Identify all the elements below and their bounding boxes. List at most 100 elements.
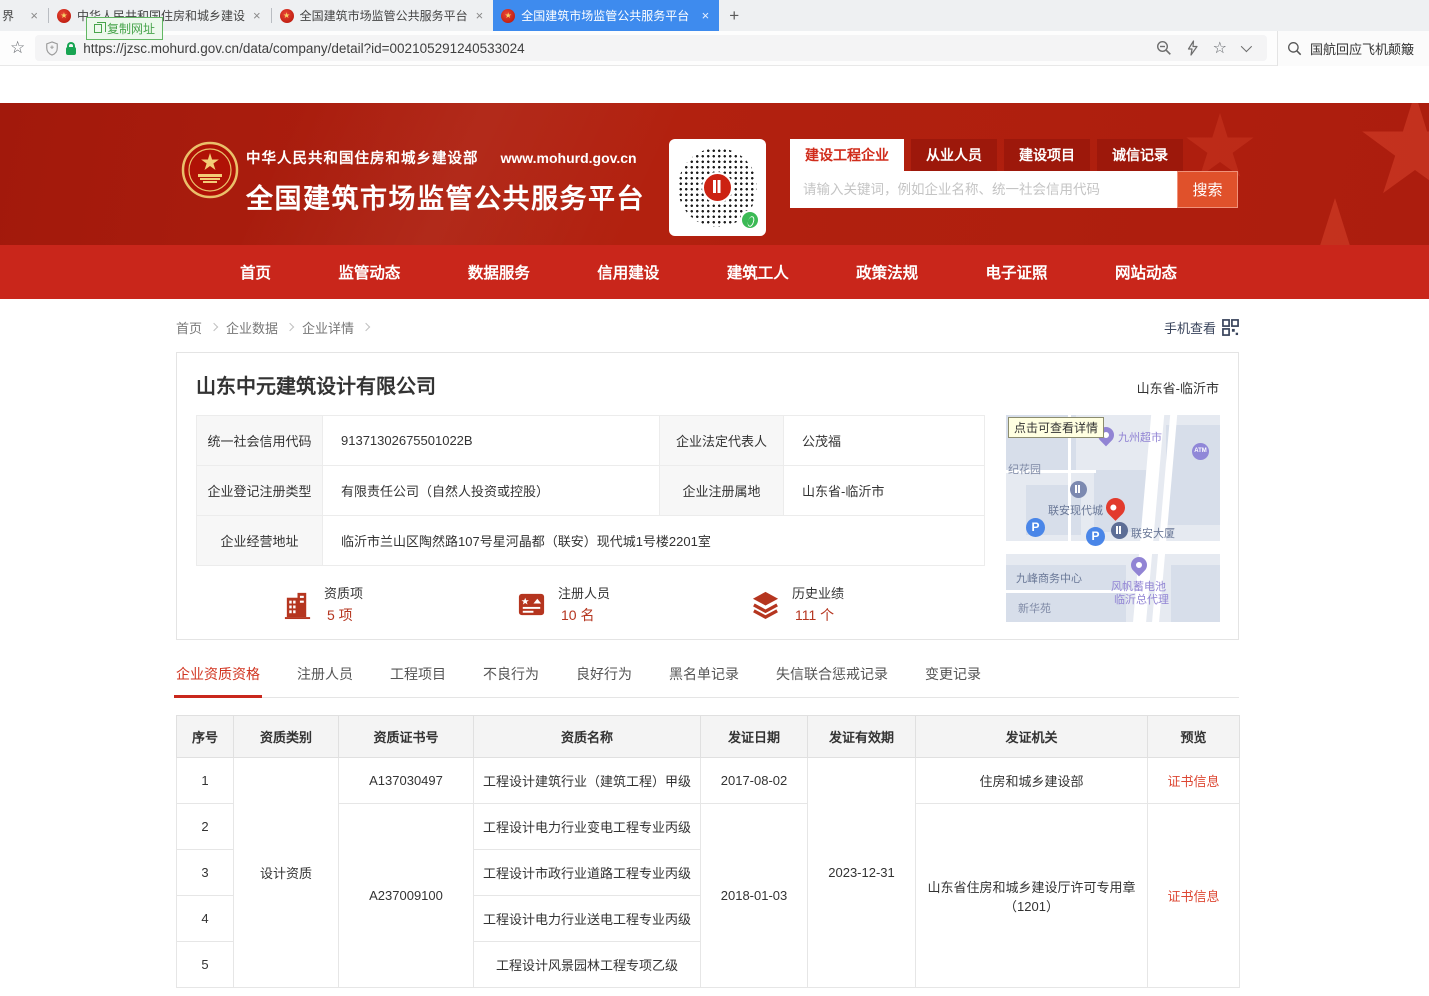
certificate-info-link[interactable]: 证书信息 bbox=[1167, 889, 1219, 904]
cert-no: A137030497 bbox=[339, 758, 474, 804]
stat-qualifications[interactable]: 资质项 5 项 bbox=[282, 583, 516, 625]
nav-data-service[interactable]: 数据服务 bbox=[468, 261, 530, 283]
col-category: 资质类别 bbox=[234, 716, 339, 758]
search-tab-project[interactable]: 建设项目 bbox=[1004, 139, 1090, 171]
stat-label: 注册人员 bbox=[558, 583, 610, 602]
breadcrumb-separator bbox=[286, 323, 294, 331]
map-label-supermarket: 九州超市 bbox=[1118, 429, 1162, 445]
row-no: 1 bbox=[177, 758, 234, 804]
nav-credit[interactable]: 信用建设 bbox=[597, 261, 659, 283]
ministry-name: 中华人民共和国住房和城乡建设部 bbox=[246, 147, 479, 168]
nav-site-news[interactable]: 网站动态 bbox=[1115, 261, 1177, 283]
info-row: 企业经营地址 临沂市兰山区陶然路107号星河晶都（联安）现代城1号楼2201室 bbox=[197, 516, 985, 566]
address-bar[interactable]: https://jzsc.mohurd.gov.cn/data/company/… bbox=[35, 35, 1267, 61]
breadcrumb: 首页 企业数据 企业详情 手机查看 bbox=[176, 315, 1239, 339]
tab-good-behavior[interactable]: 良好行为 bbox=[576, 664, 632, 684]
search-tab-credit[interactable]: 诚信记录 bbox=[1097, 139, 1183, 171]
row-no: 5 bbox=[177, 942, 234, 988]
url-text: https://jzsc.mohurd.gov.cn/data/company/… bbox=[83, 41, 524, 56]
valid-until: 2023-12-31 bbox=[808, 758, 916, 988]
search-button[interactable]: 搜索 bbox=[1177, 171, 1238, 208]
stat-registered-personnel[interactable]: 注册人员 10 名 bbox=[516, 583, 750, 625]
stat-historical-performance[interactable]: 历史业绩 111 个 bbox=[750, 583, 984, 625]
browser-tab-0[interactable]: 界 × bbox=[0, 0, 48, 31]
tab-change-records[interactable]: 变更记录 bbox=[925, 664, 981, 684]
ministry-url: www.mohurd.gov.cn bbox=[501, 150, 637, 166]
col-name: 资质名称 bbox=[474, 716, 701, 758]
main-navigation: 首页 监管动态 数据服务 信用建设 建筑工人 政策法规 电子证照 网站动态 bbox=[0, 245, 1429, 299]
tab-dishonesty-records[interactable]: 失信联合惩戒记录 bbox=[776, 664, 888, 684]
map-label-garden: 纪花园 bbox=[1008, 461, 1041, 477]
browser-tab-2[interactable]: ★ 全国建筑市场监管公共服务平台 × bbox=[272, 0, 494, 31]
nav-home[interactable]: 首页 bbox=[240, 261, 271, 283]
qualification-name: 工程设计风景园林工程专项乙级 bbox=[474, 942, 701, 988]
stat-value: 5 项 bbox=[324, 605, 363, 625]
map-label-business-center: 九峰商务中心 bbox=[1016, 570, 1082, 586]
nav-supervision[interactable]: 监管动态 bbox=[338, 261, 400, 283]
browser-quick-search[interactable]: 国航回应飞机颠簸 bbox=[1277, 31, 1429, 66]
registration-region-value: 山东省-临沂市 bbox=[784, 466, 985, 516]
close-icon[interactable]: × bbox=[474, 8, 486, 23]
search-category-tabs: 建设工程企业 从业人员 建设项目 诚信记录 bbox=[790, 139, 1238, 171]
tab-title: 全国建筑市场监管公共服务平台 bbox=[521, 7, 693, 24]
new-tab-button[interactable]: + bbox=[719, 0, 749, 31]
stat-label: 历史业绩 bbox=[792, 583, 844, 602]
favorite-star-icon[interactable]: ☆ bbox=[1213, 38, 1227, 58]
certificate-info-link[interactable]: 证书信息 bbox=[1167, 774, 1219, 789]
info-row: 统一社会信用代码 91371302675501022B 企业法定代表人 公茂福 bbox=[197, 416, 985, 466]
qualification-table: 序号 资质类别 资质证书号 资质名称 发证日期 发证有效期 发证机关 预览 1 … bbox=[176, 715, 1240, 988]
keyword-search-input[interactable] bbox=[790, 171, 1177, 208]
company-location-map[interactable]: 九州超市 ATM 纪花园 联安现代城 联安大厦 P P 九峰商务中心 风帆蓄电池… bbox=[1006, 415, 1220, 622]
col-no: 序号 bbox=[177, 716, 234, 758]
lightning-icon[interactable] bbox=[1186, 40, 1199, 56]
qr-code-icon[interactable] bbox=[1222, 319, 1239, 336]
row-no: 2 bbox=[177, 804, 234, 850]
building-icon bbox=[282, 589, 313, 620]
platform-name: 全国建筑市场监管公共服务平台 bbox=[246, 177, 645, 216]
nav-policy[interactable]: 政策法规 bbox=[856, 261, 918, 283]
search-icon bbox=[1287, 41, 1302, 56]
info-row: 企业登记注册类型 有限责任公司（自然人投资或控股） 企业注册属地 山东省-临沂市 bbox=[197, 466, 985, 516]
search-tab-enterprise[interactable]: 建设工程企业 bbox=[790, 139, 904, 171]
breadcrumb-separator bbox=[210, 323, 218, 331]
search-tab-personnel[interactable]: 从业人员 bbox=[911, 139, 997, 171]
qualification-name: 工程设计电力行业送电工程专业丙级 bbox=[474, 896, 701, 942]
star-decoration bbox=[1255, 198, 1415, 245]
tab-qualifications[interactable]: 企业资质资格 bbox=[176, 664, 260, 684]
close-icon[interactable]: × bbox=[700, 8, 712, 23]
qr-center-logo bbox=[702, 172, 733, 203]
browser-chrome: 界 × ★ 中华人民共和国住房和城乡建设 × ★ 全国建筑市场监管公共服务平台 … bbox=[0, 0, 1429, 66]
browser-url-bar: ☆ https://jzsc.mohurd.gov.cn/data/compan… bbox=[0, 31, 1429, 66]
chevron-down-icon[interactable] bbox=[1241, 41, 1252, 52]
breadcrumb-home[interactable]: 首页 bbox=[176, 318, 202, 337]
issue-date: 2017-08-02 bbox=[701, 758, 808, 804]
building-marker-icon bbox=[1070, 481, 1087, 498]
table-header-row: 序号 资质类别 资质证书号 资质名称 发证日期 发证有效期 发证机关 预览 bbox=[177, 716, 1240, 758]
site-favicon-icon: ★ bbox=[280, 9, 294, 23]
nav-e-license[interactable]: 电子证照 bbox=[986, 261, 1048, 283]
tab-registered-personnel[interactable]: 注册人员 bbox=[297, 664, 353, 684]
tab-bad-behavior[interactable]: 不良行为 bbox=[483, 664, 539, 684]
zoom-out-icon[interactable] bbox=[1156, 40, 1172, 56]
col-valid-until: 发证有效期 bbox=[808, 716, 916, 758]
nav-workers[interactable]: 建筑工人 bbox=[727, 261, 789, 283]
business-address-value: 临沂市兰山区陶然路107号星河晶都（联安）现代城1号楼2201室 bbox=[323, 516, 985, 566]
parking-icon: P bbox=[1086, 527, 1105, 546]
bookmark-star-icon[interactable]: ☆ bbox=[10, 38, 25, 58]
tab-blacklist[interactable]: 黑名单记录 bbox=[669, 664, 739, 684]
company-info-table: 统一社会信用代码 91371302675501022B 企业法定代表人 公茂福 … bbox=[196, 415, 985, 566]
stat-value: 111 个 bbox=[792, 605, 844, 625]
mobile-view-label[interactable]: 手机查看 bbox=[1164, 318, 1216, 337]
map-label-tower: 联安大厦 bbox=[1131, 525, 1175, 541]
close-icon[interactable]: × bbox=[28, 8, 40, 23]
col-cert-no: 资质证书号 bbox=[339, 716, 474, 758]
breadcrumb-company-data[interactable]: 企业数据 bbox=[226, 318, 278, 337]
browser-tab-3-active[interactable]: ★ 全国建筑市场监管公共服务平台 × bbox=[493, 0, 719, 31]
map-road bbox=[1006, 541, 1220, 554]
row-no: 3 bbox=[177, 850, 234, 896]
layers-icon bbox=[750, 589, 781, 620]
close-icon[interactable]: × bbox=[251, 8, 263, 23]
tab-projects[interactable]: 工程项目 bbox=[390, 664, 446, 684]
stat-value: 10 名 bbox=[558, 605, 610, 625]
breadcrumb-company-detail[interactable]: 企业详情 bbox=[302, 318, 354, 337]
